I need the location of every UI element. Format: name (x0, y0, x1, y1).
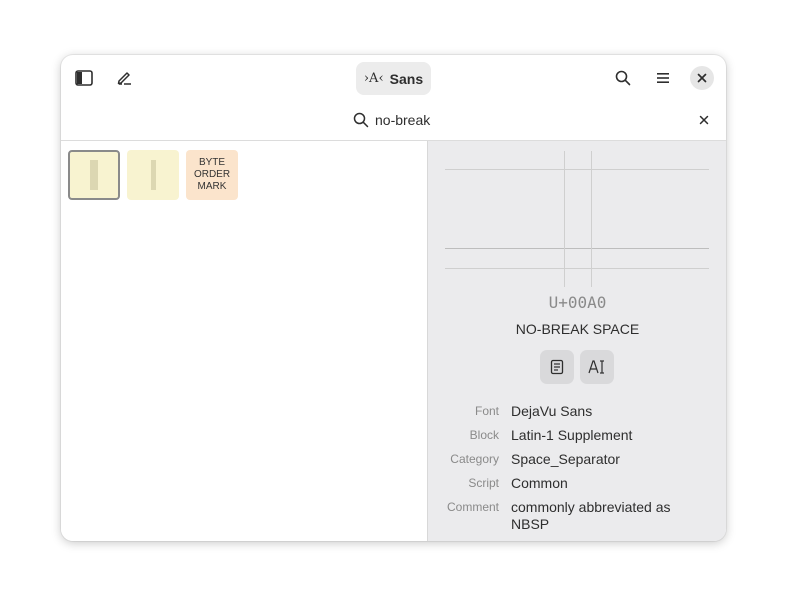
baseline (445, 248, 709, 249)
font-selector-label: Sans (389, 70, 424, 87)
search-field (353, 109, 495, 131)
property-key: Script (468, 476, 499, 490)
glyph-left-bound (564, 151, 565, 287)
character-map-window: ›A‹ Sans no-break BYTE ORDER MARK U+00A0… (61, 55, 726, 541)
property-value: Space_Separator (511, 451, 620, 467)
property-value: Latin-1 Supplement (511, 427, 633, 443)
edit-pen-icon (117, 72, 131, 85)
window-close-button[interactable] (690, 66, 714, 90)
character-cell-nbsp[interactable] (68, 150, 120, 200)
copy-character-button[interactable] (540, 350, 574, 384)
character-cell-label: BYTE ORDER MARK (193, 157, 231, 192)
property-key: Comment (446, 500, 499, 514)
descent-line (445, 268, 709, 269)
property-value: Common (511, 475, 568, 491)
search-clear-button[interactable] (695, 111, 713, 129)
glyph-preview (90, 160, 98, 190)
sidebar-toggle-button[interactable] (69, 63, 99, 93)
main-menu-button[interactable] (648, 63, 678, 93)
property-value: commonly abbreviated as NBSP (511, 499, 671, 532)
close-icon (699, 115, 709, 125)
ascent-line (445, 169, 709, 170)
property-key: Category (450, 452, 499, 466)
glyph-preview-area (445, 151, 709, 289)
close-icon (697, 73, 707, 83)
glyph-right-bound (591, 151, 592, 287)
hamburger-menu-icon (657, 73, 669, 83)
search-icon (615, 70, 631, 86)
font-info-button[interactable] (580, 350, 614, 384)
search-bar (61, 100, 726, 141)
sidebar-toggle-icon (75, 70, 93, 86)
header-bar: ›A‹ Sans (61, 55, 726, 100)
search-input[interactable] (375, 112, 495, 128)
character-grid: BYTE ORDER MARK (61, 141, 427, 541)
character-name: NO-BREAK SPACE (515, 321, 640, 337)
search-icon (353, 112, 369, 128)
copy-icon (550, 359, 564, 375)
font-selector-button[interactable]: ›A‹ Sans (356, 62, 431, 95)
text-cursor-icon (588, 360, 604, 374)
edit-button[interactable] (109, 63, 139, 93)
property-value: DejaVu Sans (511, 403, 593, 419)
codepoint-label: U+00A0 (548, 293, 607, 312)
character-cell-narrow-nbsp[interactable] (127, 150, 179, 200)
glyph-preview (150, 160, 156, 190)
character-details-panel: U+00A0 NO-BREAK SPACE Font DejaVu Sans B… (427, 141, 726, 541)
property-key: Block (469, 428, 499, 442)
font-glyph-icon: ›A‹ (363, 71, 384, 86)
search-toggle-button[interactable] (608, 63, 638, 93)
property-key: Font (474, 404, 499, 418)
character-cell-byte-order-mark[interactable]: BYTE ORDER MARK (186, 150, 238, 200)
